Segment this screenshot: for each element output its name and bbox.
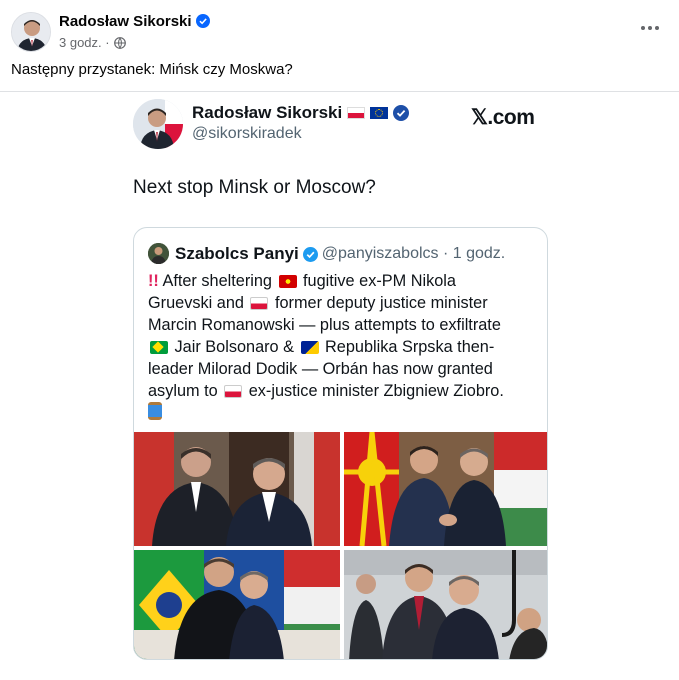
quoted-photo-2 xyxy=(344,432,547,546)
post-meta: 3 godz. · xyxy=(59,35,126,50)
quoted-tweet-text: !! After sheltering fugitive ex-PM Nikol… xyxy=(148,270,544,426)
quote-text: Gruevski and xyxy=(148,294,249,312)
verified-badge-icon xyxy=(302,246,318,262)
tweet-author-name-text: Radosław Sikorski xyxy=(192,103,343,122)
bosnia-flag-icon xyxy=(300,341,319,354)
poland-flag-icon xyxy=(224,385,243,398)
quote-text: Jair Bolsonaro & xyxy=(170,338,299,356)
quote-line xyxy=(148,402,544,426)
quoted-photo-3 xyxy=(134,550,340,659)
quote-text: After sheltering xyxy=(158,272,277,290)
tweet-text: Next stop Minsk or Moscow? xyxy=(133,177,376,198)
tweet-author-handle: @sikorskiradek xyxy=(192,125,302,142)
quote-text: asylum to xyxy=(148,382,223,400)
more-options-icon[interactable] xyxy=(637,18,663,38)
eu-flag-icon xyxy=(370,107,389,119)
quoted-author-name: Szabolcs Panyi xyxy=(175,244,299,263)
quote-line: !! After sheltering fugitive ex-PM Nikol… xyxy=(148,270,544,292)
post-text: Następny przystanek: Mińsk czy Moskwa? xyxy=(11,61,293,78)
north-macedonia-flag-icon xyxy=(278,275,297,288)
x-logo: 𝕏.com xyxy=(471,106,535,129)
poland-flag-icon xyxy=(250,297,269,310)
quote-text: ex-justice minister Zbigniew Ziobro. xyxy=(244,382,504,400)
quoted-photo-1 xyxy=(134,432,340,546)
quote-line: Marcin Romanowski — plus attempts to exf… xyxy=(148,316,501,334)
tweet-author-avatar xyxy=(133,99,183,149)
quoted-author-handle-time: @panyiszabolcs · 1 godz. xyxy=(321,245,506,262)
quote-line: leader Milorad Dodik — Orbán has now gra… xyxy=(148,360,493,378)
quote-line: Gruevski and former deputy justice minis… xyxy=(148,292,544,314)
tweet-author-name: Radosław Sikorski xyxy=(192,103,410,123)
quoted-author-avatar xyxy=(148,243,169,264)
quote-line: asylum to ex-justice minister Zbigniew Z… xyxy=(148,380,544,402)
brazil-flag-icon xyxy=(150,341,168,354)
poland-flag-icon xyxy=(347,107,366,119)
globe-icon xyxy=(113,36,126,49)
author-avatar[interactable] xyxy=(11,12,51,52)
verified-badge-icon xyxy=(393,105,410,121)
author-name-text[interactable]: Radosław Sikorski xyxy=(59,13,192,30)
post-header: Radosław Sikorski 3 godz. · xyxy=(0,0,679,60)
quote-text: former deputy justice minister xyxy=(270,294,488,312)
post-timestamp[interactable]: 3 godz. · xyxy=(59,35,110,50)
double-exclamation-icon: !! xyxy=(148,272,159,290)
quoted-photo-4 xyxy=(344,550,547,659)
verified-badge-icon xyxy=(195,14,210,28)
thread-spool-icon xyxy=(148,402,162,420)
quote-line: Jair Bolsonaro & Republika Srpska then- xyxy=(148,336,544,358)
quoted-tweet-card: Szabolcs Panyi @panyiszabolcs · 1 godz. … xyxy=(133,227,548,660)
quote-text: Republika Srpska then- xyxy=(320,338,495,356)
quoted-tweet-header: Szabolcs Panyi @panyiszabolcs · 1 godz. xyxy=(175,244,505,264)
quote-text: fugitive ex-PM Nikola xyxy=(298,272,456,290)
author-name[interactable]: Radosław Sikorski xyxy=(59,13,210,30)
